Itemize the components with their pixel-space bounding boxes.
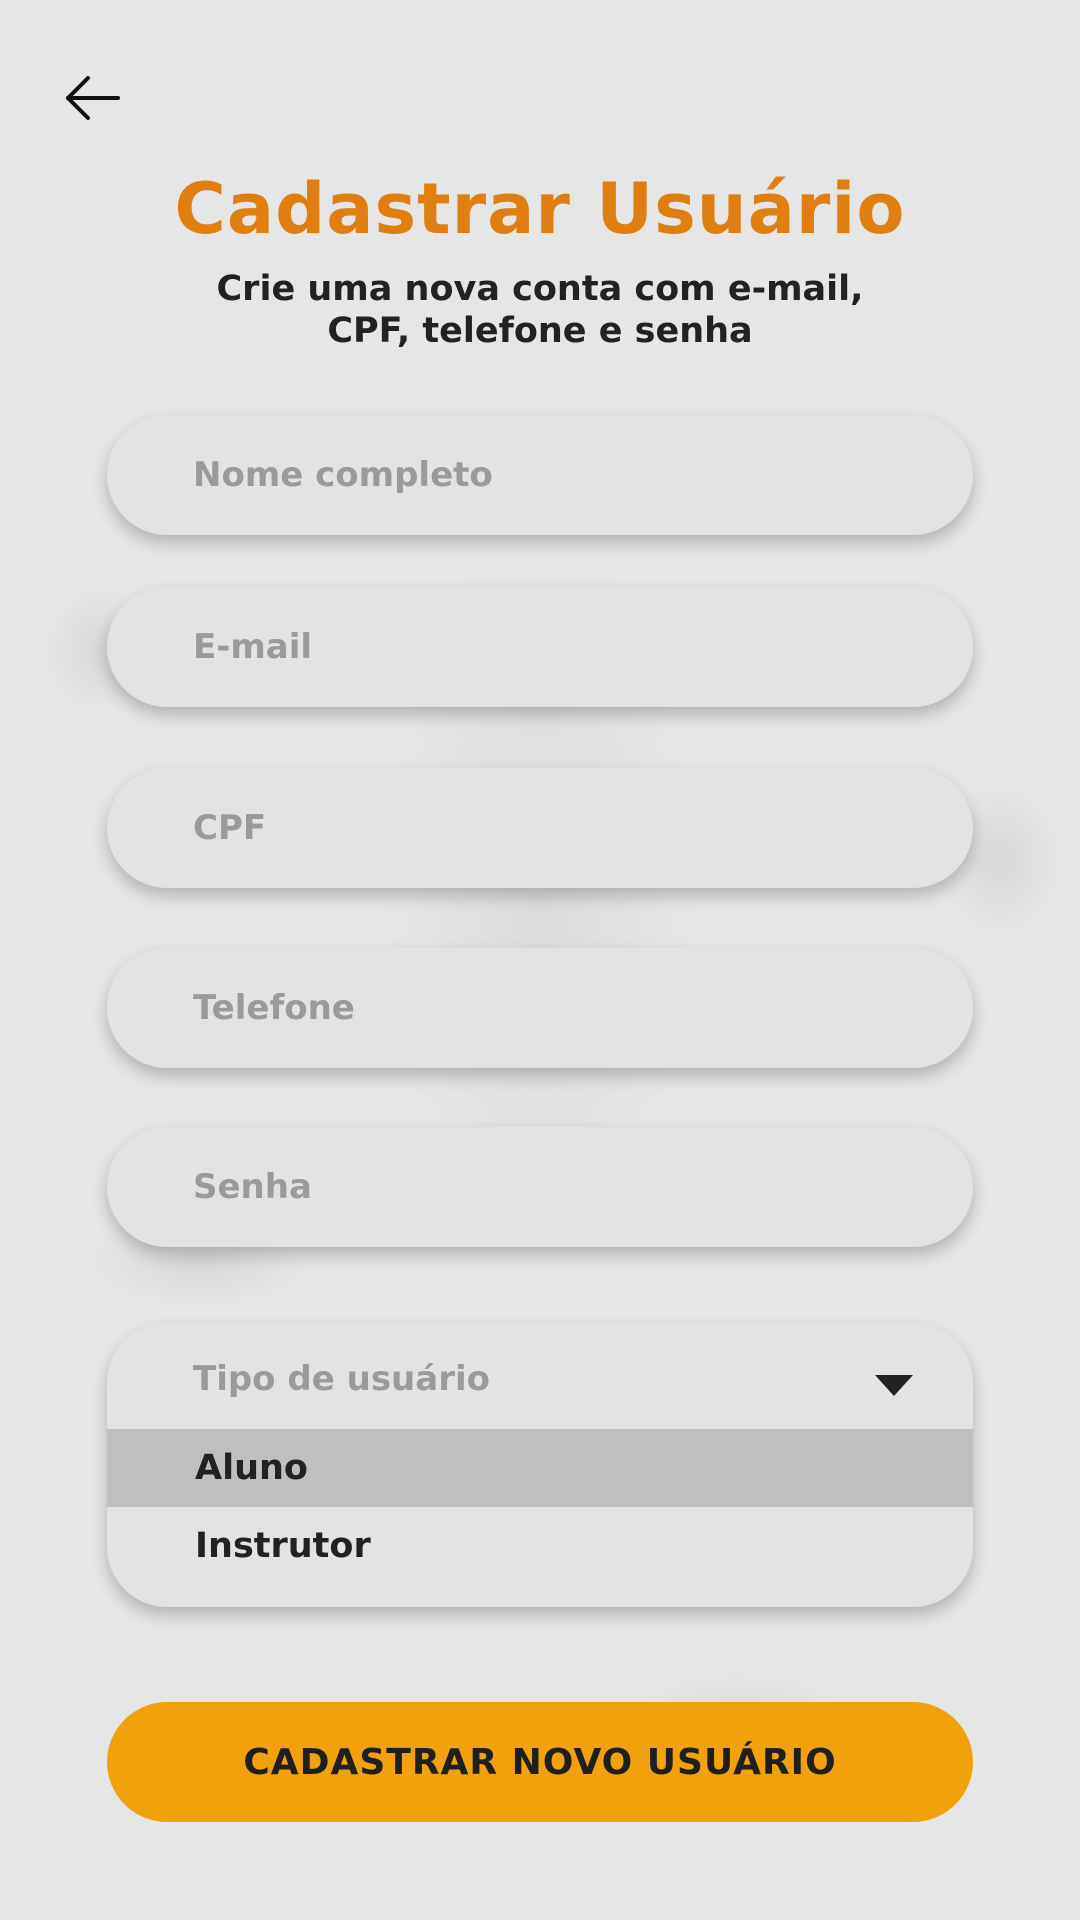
phone-input[interactable] — [107, 948, 973, 1068]
full-name-input[interactable] — [107, 415, 973, 535]
back-button[interactable] — [60, 66, 124, 130]
user-type-dropdown[interactable]: Tipo de usuário Aluno Instrutor — [107, 1323, 973, 1607]
user-type-label: Tipo de usuário — [193, 1359, 490, 1399]
cpf-input[interactable] — [107, 768, 973, 888]
page-subtitle: Crie uma nova conta com e-mail, CPF, tel… — [0, 268, 1080, 352]
user-type-dropdown-header[interactable]: Tipo de usuário — [107, 1323, 973, 1429]
subtitle-line-2: CPF, telefone e senha — [327, 311, 753, 351]
arrow-left-icon — [66, 76, 120, 120]
register-user-button[interactable]: CADASTRAR NOVO USUÁRIO — [107, 1702, 973, 1822]
subtitle-line-1: Crie uma nova conta com e-mail, — [216, 269, 864, 309]
password-input[interactable] — [107, 1127, 973, 1247]
page-title: Cadastrar Usuário — [174, 168, 906, 250]
user-type-option-instrutor[interactable]: Instrutor — [107, 1507, 973, 1585]
email-input[interactable] — [107, 587, 973, 707]
user-type-option-aluno[interactable]: Aluno — [107, 1429, 973, 1507]
caret-down-icon — [875, 1375, 913, 1396]
